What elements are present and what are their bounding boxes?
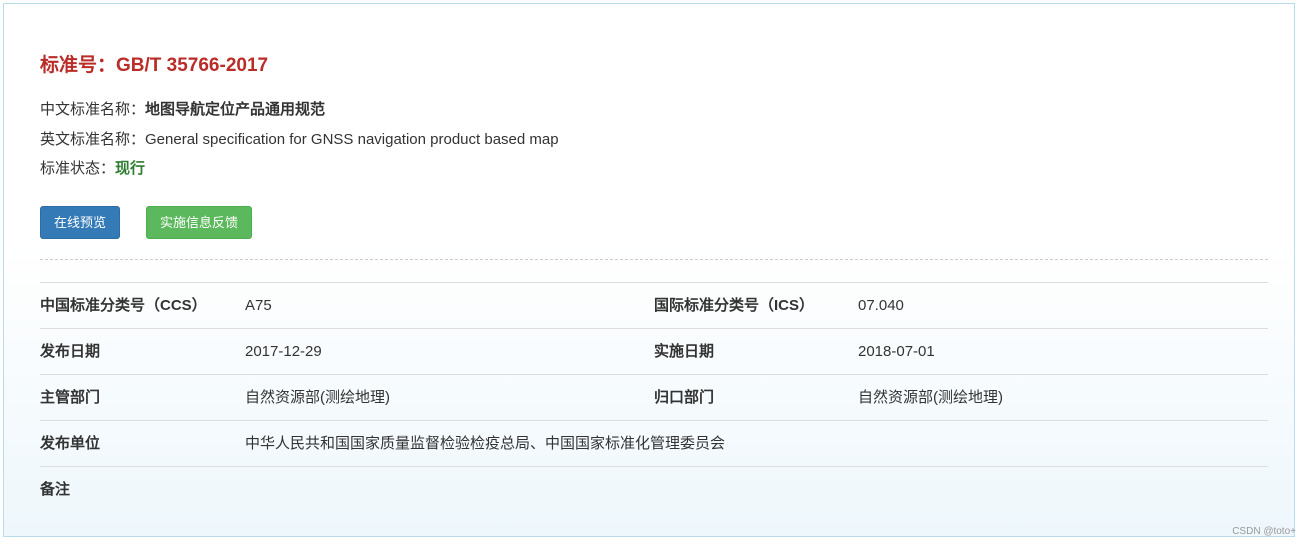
status-value: 现行 bbox=[115, 160, 146, 177]
competent-dept-label: 主管部门 bbox=[40, 389, 101, 406]
table-row: 中国标准分类号（CCS） A75 国际标准分类号（ICS） 07.040 bbox=[40, 283, 1268, 329]
standard-detail-panel: 标准号：GB/T 35766-2017 中文标准名称：地图导航定位产品通用规范 … bbox=[3, 3, 1295, 537]
chinese-name-value: 地图导航定位产品通用规范 bbox=[145, 101, 326, 118]
ccs-value: A75 bbox=[245, 297, 272, 314]
table-row: 备注 bbox=[40, 467, 1268, 512]
english-name-value: General specification for GNSS navigatio… bbox=[145, 131, 559, 148]
ics-value: 07.040 bbox=[858, 297, 904, 314]
ccs-label: 中国标准分类号（CCS） bbox=[40, 297, 207, 314]
competent-dept-value: 自然资源部(测绘地理) bbox=[245, 389, 390, 406]
implement-date-label: 实施日期 bbox=[654, 343, 715, 360]
publisher-value: 中华人民共和国国家质量监督检验检疫总局、中国国家标准化管理委员会 bbox=[245, 435, 726, 452]
chinese-name-line: 中文标准名称：地图导航定位产品通用规范 bbox=[40, 100, 325, 120]
page-title: 标准号：GB/T 35766-2017 bbox=[40, 55, 269, 76]
english-name-label: 英文标准名称： bbox=[40, 131, 146, 148]
table-row: 发布单位 中华人民共和国国家质量监督检验检疫总局、中国国家标准化管理委员会 bbox=[40, 421, 1268, 467]
remarks-label: 备注 bbox=[40, 481, 71, 498]
implement-date-value: 2018-07-01 bbox=[858, 343, 935, 360]
section-divider bbox=[40, 259, 1268, 260]
publisher-label: 发布单位 bbox=[40, 435, 101, 452]
publish-date-label: 发布日期 bbox=[40, 343, 101, 360]
publish-date-value: 2017-12-29 bbox=[245, 343, 322, 360]
english-name-line: 英文标准名称：General specification for GNSS na… bbox=[40, 130, 559, 150]
responsible-dept-value: 自然资源部(测绘地理) bbox=[858, 389, 1003, 406]
status-label: 标准状态： bbox=[40, 160, 116, 177]
ics-label: 国际标准分类号（ICS） bbox=[654, 297, 815, 314]
responsible-dept-label: 归口部门 bbox=[654, 389, 715, 406]
table-row: 发布日期 2017-12-29 实施日期 2018-07-01 bbox=[40, 329, 1268, 375]
watermark-text: CSDN @toto+ bbox=[1232, 526, 1296, 537]
implementation-feedback-button[interactable]: 实施信息反馈 bbox=[146, 206, 252, 239]
table-row: 主管部门 自然资源部(测绘地理) 归口部门 自然资源部(测绘地理) bbox=[40, 375, 1268, 421]
chinese-name-label: 中文标准名称： bbox=[40, 101, 146, 118]
online-preview-button[interactable]: 在线预览 bbox=[40, 206, 120, 239]
metadata-table: 中国标准分类号（CCS） A75 国际标准分类号（ICS） 07.040 发布日… bbox=[40, 282, 1268, 512]
status-line: 标准状态：现行 bbox=[40, 159, 145, 179]
